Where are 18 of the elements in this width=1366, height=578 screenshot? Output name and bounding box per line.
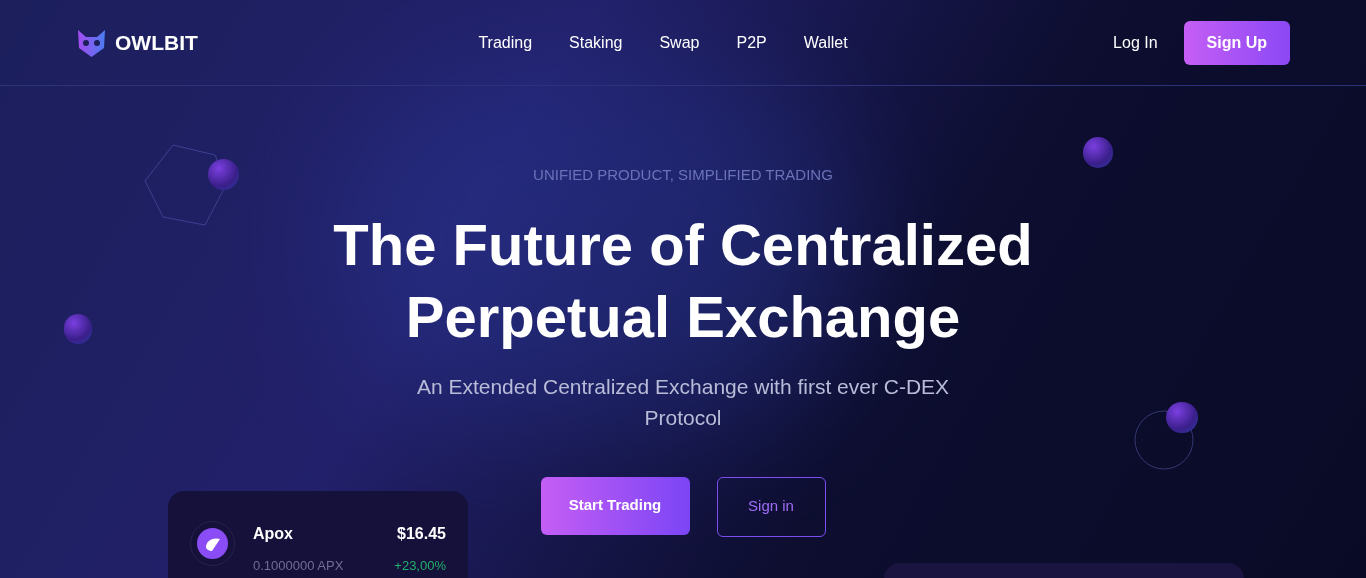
eyebrow-text: UNIFIED PRODUCT, SIMPLIFIED TRADING (533, 165, 833, 185)
hero-subtitle: An Extended Centralized Exchange with first ever C-DEX Protocol (415, 373, 951, 431)
nav-link[interactable]: P2P (736, 30, 767, 55)
asset-price: $16.45 (397, 524, 446, 544)
sign-in-button[interactable]: Sign in (716, 476, 826, 537)
nav-link[interactable]: Trading (478, 30, 533, 55)
nav-link[interactable]: Wallet (803, 30, 848, 55)
login-link[interactable]: Log In (1113, 30, 1158, 55)
brand-name: OWLBIT (115, 29, 198, 56)
hero-title: The Future of Centralized (333, 210, 1033, 279)
nav-link[interactable]: Staking (569, 30, 623, 55)
nav-link[interactable]: Swap (659, 30, 700, 55)
price-change: +23,00% (394, 557, 446, 575)
hero-title: Perpetual Exchange (405, 282, 961, 351)
signup-button[interactable]: Sign Up (1183, 20, 1290, 65)
start-trading-button[interactable]: Start Trading (540, 476, 690, 535)
asset-amount: 0.1000000 APX (253, 557, 345, 575)
asset-name: Apox (253, 524, 294, 544)
